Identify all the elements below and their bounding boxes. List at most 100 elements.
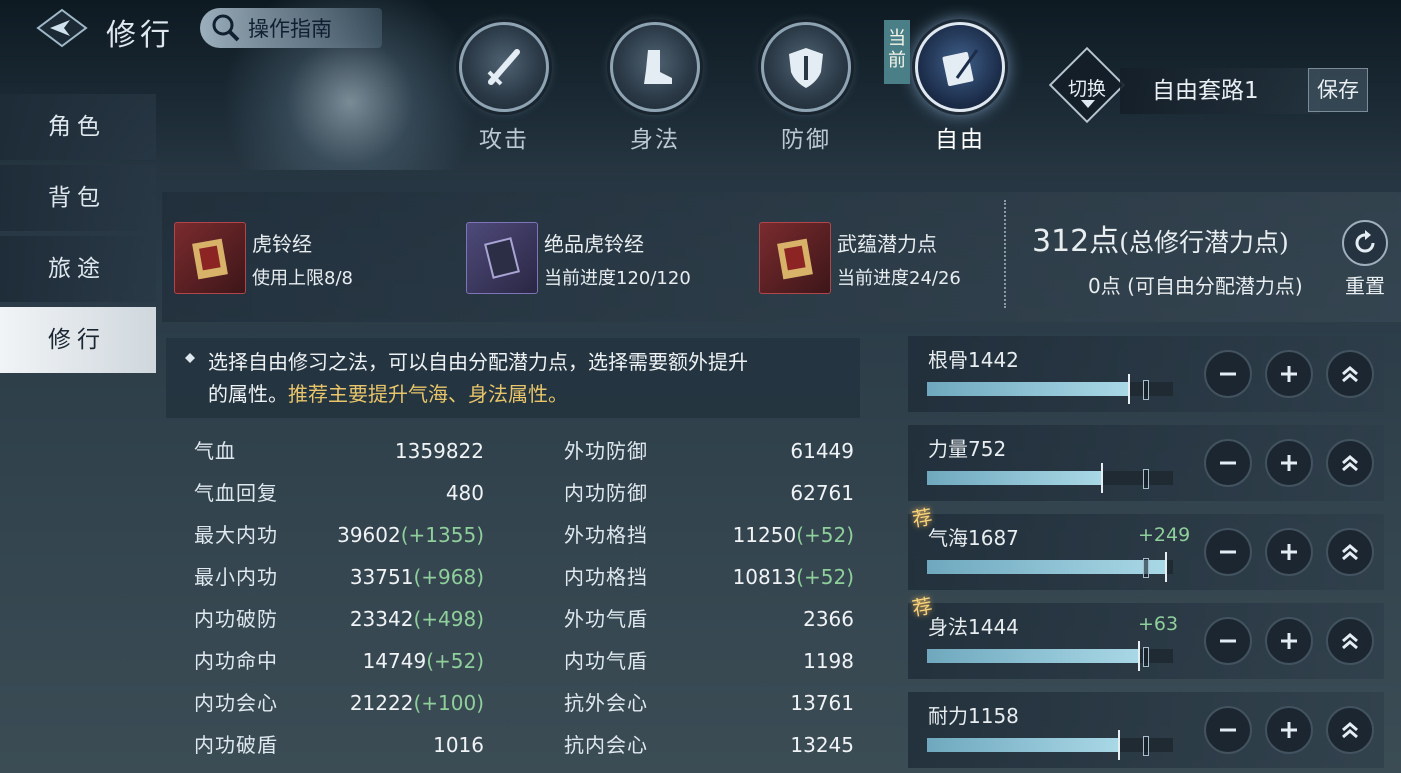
description-line-2: 的属性。推荐主要提升气海、身法属性。 — [208, 378, 860, 410]
save-button[interactable]: 保存 — [1308, 68, 1368, 112]
stat-row: 最小内功 33751(+968) — [194, 556, 486, 598]
stat-value: 21222(+100) — [350, 682, 484, 724]
shield-icon — [761, 22, 851, 112]
sidebar-item-character[interactable]: 角色 — [0, 94, 156, 160]
stat-number: 1198 — [803, 649, 854, 673]
attribute-row: 力量752 — [908, 425, 1384, 501]
max-increase-button[interactable] — [1326, 350, 1374, 398]
attribute-label: 力量752 — [928, 437, 1007, 461]
stat-value: 13245 — [790, 724, 854, 766]
back-logo-icon[interactable] — [36, 8, 88, 48]
attribute-progress-fill — [927, 649, 1139, 663]
tab-defense[interactable]: 防御 — [758, 22, 854, 154]
minus-icon — [1220, 728, 1236, 732]
increase-button[interactable] — [1265, 439, 1313, 487]
free-potential-points: 0点 (可自由分配潜力点) — [1088, 274, 1303, 298]
tab-label: 攻击 — [479, 127, 529, 153]
increase-button[interactable] — [1265, 617, 1313, 665]
stat-value: 1198 — [803, 640, 854, 682]
reset-button[interactable]: 重置 — [1340, 220, 1390, 299]
stat-number: 21222 — [349, 691, 414, 715]
stat-row: 内功气盾 1198 — [564, 640, 854, 682]
stat-label: 外功防御 — [564, 439, 648, 463]
tab-label: 自由 — [935, 127, 985, 153]
stat-value: 1359822 — [395, 430, 484, 472]
stat-value: 61449 — [790, 430, 854, 472]
attribute-progress-track — [927, 730, 1173, 760]
decrease-button[interactable] — [1204, 439, 1252, 487]
attribute-label: 根骨1442 — [928, 348, 1019, 372]
attribute-progress-cap — [1128, 374, 1130, 404]
stat-number: 33751 — [349, 565, 414, 589]
stat-label: 抗外会心 — [564, 691, 648, 715]
magnifier-icon — [208, 10, 244, 46]
decrease-button[interactable] — [1204, 350, 1252, 398]
tab-attack[interactable]: 攻击 — [456, 22, 552, 154]
sidebar: 角色 背包 旅途 修行 — [0, 94, 156, 378]
stat-value: 14749(+52) — [363, 640, 484, 682]
total-points-label: (总修行潜力点) — [1119, 228, 1289, 257]
max-increase-button[interactable] — [1326, 439, 1374, 487]
plus-icon — [1281, 544, 1297, 560]
stat-number: 39602 — [337, 523, 401, 547]
minus-icon — [1220, 461, 1236, 465]
dotted-divider — [1004, 200, 1006, 308]
attribute-base-marker — [1143, 380, 1149, 400]
scroll-book-icon — [759, 222, 831, 294]
max-increase-button[interactable] — [1326, 528, 1374, 576]
stat-number: 13761 — [790, 691, 854, 715]
stat-number: 13245 — [790, 733, 854, 757]
attribute-progress-cap — [1118, 730, 1120, 760]
stat-number: 1016 — [433, 733, 484, 757]
description-highlight: 推荐主要提升气海、身法属性。 — [288, 382, 568, 406]
stat-row: 内功会心 21222(+100) — [194, 682, 486, 724]
increase-button[interactable] — [1265, 350, 1313, 398]
plus-icon — [1281, 633, 1297, 649]
double-chevron-up-icon — [1342, 544, 1358, 561]
decrease-button[interactable] — [1204, 706, 1252, 754]
minus-icon — [1220, 372, 1236, 376]
increase-button[interactable] — [1265, 528, 1313, 576]
max-increase-button[interactable] — [1326, 617, 1374, 665]
tab-free[interactable]: 自由 — [912, 22, 1008, 154]
description-text: 的属性。 — [208, 382, 288, 406]
stat-value: 11250(+52) — [733, 514, 854, 556]
sidebar-item-journey[interactable]: 旅途 — [0, 236, 156, 302]
stat-bonus: (+52) — [426, 649, 484, 673]
attribute-base-marker — [1143, 558, 1149, 578]
attribute-base-marker — [1143, 469, 1149, 489]
switch-preset-button[interactable]: 切换 — [1048, 46, 1126, 124]
stat-label: 内功破防 — [194, 607, 278, 631]
increase-button[interactable] — [1265, 706, 1313, 754]
attribute-row: 根骨1442 — [908, 336, 1384, 412]
guide-label: 操作指南 — [248, 17, 332, 41]
stat-label: 内功防御 — [564, 481, 648, 505]
attribute-label: 身法1444 — [928, 615, 1019, 639]
decrease-button[interactable] — [1204, 617, 1252, 665]
stat-number: 61449 — [790, 439, 854, 463]
switch-label: 切换 — [1067, 78, 1106, 100]
attribute-row: 耐力1158 — [908, 692, 1384, 768]
stat-label: 内功破盾 — [194, 733, 278, 757]
stat-bonus: (+52) — [796, 565, 854, 589]
decrease-button[interactable] — [1204, 528, 1252, 576]
attribute-progress-track — [927, 552, 1173, 582]
stat-number: 14749 — [362, 649, 427, 673]
max-increase-button[interactable] — [1326, 706, 1374, 754]
sidebar-item-cultivation[interactable]: 修行 — [0, 307, 156, 373]
stat-number: 23342 — [349, 607, 414, 631]
attribute-row: 荐气海1687 +249 — [908, 504, 1384, 590]
attribute-base-marker — [1143, 647, 1149, 667]
guide-button[interactable]: 操作指南 — [200, 8, 382, 48]
stat-bonus: (+52) — [796, 523, 854, 547]
attribute-progress-cap — [1165, 552, 1167, 582]
tab-movement[interactable]: 身法 — [607, 22, 703, 154]
stat-row: 内功格挡 10813(+52) — [564, 556, 854, 598]
stat-row: 外功气盾 2366 — [564, 598, 854, 640]
sidebar-item-bag[interactable]: 背包 — [0, 165, 156, 231]
stat-number: 10813 — [732, 565, 797, 589]
attribute-row: 荐身法1444 +63 — [908, 593, 1384, 679]
attribute-progress-fill — [927, 738, 1119, 752]
stat-value: 10813(+52) — [733, 556, 854, 598]
minus-icon — [1220, 550, 1236, 554]
